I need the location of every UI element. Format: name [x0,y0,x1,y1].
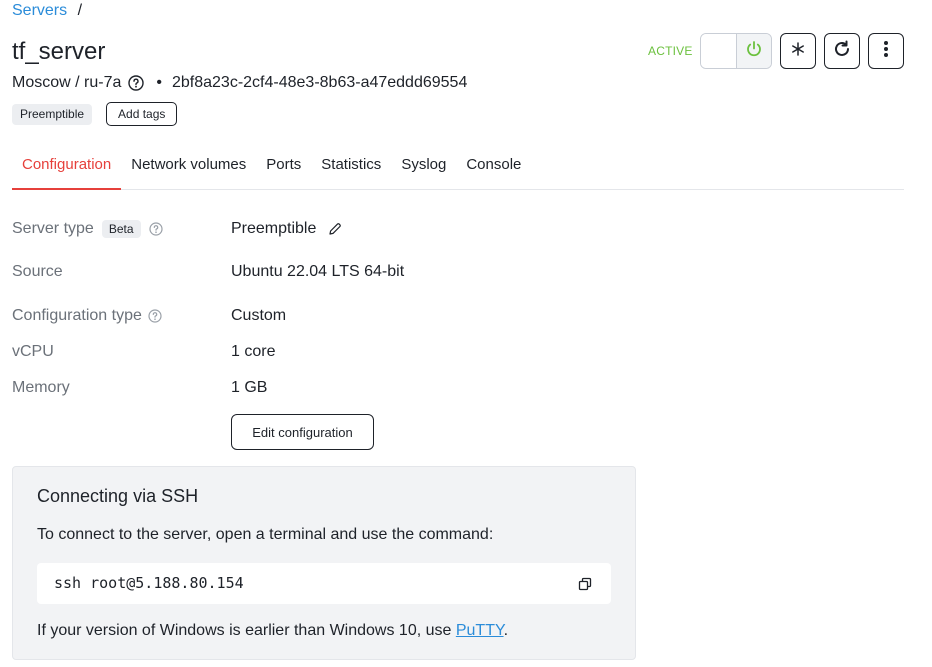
server-type-label-text: Server type [12,220,94,237]
server-location: Moscow / ru-7a [12,74,122,91]
tab-syslog[interactable]: Syslog [391,148,456,189]
server-type-label: Server type Beta [12,220,163,238]
config-type-value: Custom [231,307,287,324]
breadcrumb: Servers / [12,2,82,20]
memory-label: Memory [12,379,70,396]
server-id: 2bf8a23c-2cf4-48e3-8b63-a47eddd69554 [171,74,468,91]
add-tags-button[interactable]: Add tags [106,102,178,126]
ssh-title: Connecting via SSH [37,486,199,506]
ssh-footer-text: If your version of Windows is earlier th… [37,622,456,639]
tab-ports[interactable]: Ports [256,148,311,189]
freeze-button[interactable] [780,33,816,69]
power-icon [745,40,763,63]
question-icon[interactable] [128,75,145,91]
ssh-command[interactable]: ssh root@5.188.80.154 [54,574,244,592]
server-type-row: Server type Beta Preemptible [12,220,342,238]
ssh-card: Connecting via SSH To connect to the ser… [12,466,636,660]
breadcrumb-servers-link[interactable]: Servers [12,2,67,19]
tab-console[interactable]: Console [456,148,531,189]
page-title: tf_server [12,38,106,65]
power-toggle-on-side[interactable] [736,34,771,68]
putty-link[interactable]: PuTTY [456,622,504,639]
vcpu-row: vCPU 1 core [12,343,275,361]
config-type-label-text: Configuration type [12,307,142,324]
server-meta: Moscow / ru-7a • 2bf8a23c-2cf4-48e3-8b63… [12,74,467,92]
ssh-footer: If your version of Windows is earlier th… [37,622,508,640]
breadcrumb-separator: / [77,2,83,19]
beta-badge: Beta [101,220,141,238]
ssh-command-box: ssh root@5.188.80.154 [37,563,611,604]
ssh-footer-suffix: . [503,622,509,639]
server-type-value-wrap: Preemptible [231,220,342,238]
memory-value: 1 GB [231,379,268,396]
question-icon[interactable] [148,309,162,323]
vcpu-value: 1 core [231,343,276,360]
ssh-description: To connect to the server, open a termina… [37,526,494,543]
source-value: Ubuntu 22.04 LTS 64-bit [231,263,405,280]
tab-configuration[interactable]: Configuration [12,148,122,190]
memory-row: Memory 1 GB [12,379,267,397]
meta-separator-dot: • [156,74,162,91]
question-icon[interactable] [148,222,163,236]
tag-badge: Preemptible [12,103,93,125]
tab-bar: Configuration Network volumes Ports Stat… [12,148,904,190]
power-toggle[interactable] [700,33,772,69]
pencil-icon[interactable] [328,222,342,236]
edit-configuration-button[interactable]: Edit configuration [231,414,374,450]
snowflake-icon [791,41,805,61]
tab-statistics[interactable]: Statistics [311,148,391,189]
tab-network-volumes[interactable]: Network volumes [121,148,256,189]
more-vertical-icon [883,40,889,63]
copy-icon[interactable] [577,576,593,592]
config-type-row: Configuration type Custom [12,307,286,325]
config-type-label: Configuration type [12,307,162,325]
more-actions-button[interactable] [868,33,904,69]
status-badge: ACTIVE [648,44,693,58]
source-label: Source [12,263,63,280]
server-type-value: Preemptible [231,220,317,237]
tags-row: Preemptible Add tags [12,102,178,126]
reboot-button[interactable] [824,33,860,69]
power-toggle-off-side[interactable] [701,34,736,68]
vcpu-label: vCPU [12,343,54,360]
source-row: Source Ubuntu 22.04 LTS 64-bit [12,263,404,281]
reboot-icon [832,39,852,64]
